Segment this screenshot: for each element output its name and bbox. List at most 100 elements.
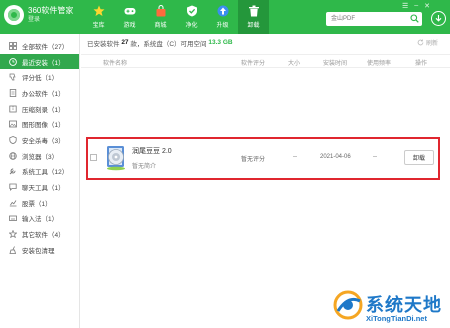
sidebar-item-package-cleanup[interactable]: 安装包清理	[0, 242, 79, 258]
col-header-install-time[interactable]: 安装时间	[323, 58, 347, 67]
nav-label: 商城	[154, 23, 167, 29]
sidebar-item-label: 压缩刻录（1）	[22, 106, 65, 114]
sidebar-item-input-method[interactable]: 输入法（1）	[0, 211, 79, 227]
archive-icon	[8, 104, 17, 113]
app-description: 暂无简介	[132, 164, 157, 170]
grid-icon	[8, 41, 17, 50]
keyboard-icon	[8, 214, 17, 223]
nav-tab-uninstall[interactable]: 卸载	[238, 0, 269, 34]
app-frequency: --	[373, 154, 377, 160]
table-header: 软件名称 软件评分 大小 安装时间 使用频率 操作	[81, 54, 450, 68]
sidebar-item-label: 全部软件（27）	[22, 43, 69, 51]
gamepad-icon	[124, 5, 136, 17]
sidebar-item-chat[interactable]: 聊天工具（1）	[0, 179, 79, 195]
close-icon[interactable]: ✕	[424, 2, 430, 10]
watermark-logo-icon	[333, 290, 363, 320]
image-icon	[8, 120, 17, 129]
table-row[interactable]: 润尾豆豆 2.0 暂无简介 暂无评分 -- 2021-04-06 -- 卸载	[86, 137, 440, 180]
sidebar-item-other[interactable]: 其它软件（4）	[0, 226, 79, 242]
nav-label: 卸载	[247, 23, 260, 29]
summary-middle: 款，系统盘（C）可用空间	[130, 40, 207, 48]
summary-prefix: 已安装软件	[87, 40, 120, 48]
sidebar-item-label: 聊天工具（1）	[22, 185, 65, 193]
sidebar-item-label: 安装包清理	[22, 247, 55, 255]
main-nav: 宝库 游戏 商城 净化 升级 卸载	[83, 0, 269, 34]
globe-icon	[8, 151, 17, 160]
sidebar-item-compression[interactable]: 压缩刻录（1）	[0, 101, 79, 117]
shield-icon	[8, 135, 17, 144]
row-checkbox[interactable]	[90, 154, 97, 161]
main-panel: 已安装软件 27 款，系统盘（C）可用空间 13.3 GB 刷新 软件名称 软件…	[81, 34, 450, 328]
refresh-label: 刷新	[425, 41, 438, 47]
clock-icon	[8, 57, 17, 66]
col-header-size[interactable]: 大小	[288, 58, 300, 67]
sidebar-item-browsers[interactable]: 浏览器（3）	[0, 148, 79, 164]
search-icon[interactable]	[410, 14, 419, 25]
watermark: 系统天地 XiTongTianDi.net	[330, 287, 448, 326]
shopping-bag-icon	[155, 5, 167, 17]
nav-label: 净化	[185, 23, 198, 29]
search-box	[326, 12, 422, 26]
login-link[interactable]: 登录	[28, 16, 73, 25]
sidebar-item-system-tools[interactable]: 系统工具（12）	[0, 164, 79, 180]
shield-icon	[186, 5, 198, 17]
col-header-name[interactable]: 软件名称	[103, 58, 127, 67]
refresh-button[interactable]: 刷新	[417, 38, 438, 47]
sidebar-item-label: 安全杀毒（3）	[22, 137, 65, 145]
free-space-value: 13.3 GB	[208, 39, 233, 46]
uninstall-button[interactable]: 卸载	[404, 150, 434, 165]
sidebar-item-security[interactable]: 安全杀毒（3）	[0, 132, 79, 148]
sidebar-item-graphics[interactable]: 图形图像（1）	[0, 116, 79, 132]
trash-icon	[248, 5, 260, 17]
sidebar-item-label: 评分低（1）	[22, 75, 59, 83]
sidebar-item-office[interactable]: 办公软件（1）	[0, 85, 79, 101]
app-install-date: 2021-04-06	[320, 154, 351, 160]
search-input[interactable]	[326, 12, 406, 26]
document-icon	[8, 88, 17, 97]
sidebar-item-label: 股票（1）	[22, 200, 52, 208]
broom-icon	[8, 245, 17, 254]
nav-tab-purify[interactable]: 净化	[176, 0, 207, 34]
nav-label: 宝库	[92, 23, 105, 29]
wrench-icon	[8, 167, 17, 176]
nav-tab-upgrade[interactable]: 升级	[207, 0, 238, 34]
app-rating: 暂无评分	[241, 157, 266, 163]
download-manager-button[interactable]	[431, 11, 446, 26]
refresh-icon	[417, 39, 424, 46]
app-icon	[104, 145, 128, 173]
minimize-icon[interactable]: –	[414, 2, 418, 10]
sidebar-item-stocks[interactable]: 股票（1）	[0, 195, 79, 211]
nav-label: 升级	[216, 23, 229, 29]
nav-label: 游戏	[123, 23, 136, 29]
sidebar-item-label: 图形图像（1）	[22, 122, 65, 130]
col-header-action: 操作	[415, 61, 428, 67]
download-icon	[435, 15, 442, 22]
installed-count: 27	[121, 39, 129, 46]
top-bar: 360软件管家 登录 宝库 游戏 商城 净化 升级 卸载 ☰ – ✕ 金山PDF	[0, 0, 450, 34]
star-icon	[93, 5, 105, 17]
sidebar-item-label: 办公软件（1）	[22, 90, 65, 98]
col-header-frequency[interactable]: 使用频率	[367, 58, 391, 67]
sidebar-item-label: 其它软件（4）	[22, 232, 65, 240]
app-name: 润尾豆豆 2.0	[132, 148, 172, 155]
logo-icon	[4, 5, 24, 25]
nav-tab-treasury[interactable]: 宝库	[83, 0, 114, 34]
sidebar-item-all[interactable]: 全部软件（27）	[0, 38, 79, 54]
window-controls: ☰ – ✕	[402, 2, 430, 10]
star-icon	[8, 230, 17, 239]
category-sidebar: 全部软件（27） 最近安装（1） 评分低（1） 办公软件（1） 压缩刻录（1） …	[0, 34, 80, 328]
thumbs-down-icon	[8, 73, 17, 82]
chart-icon	[8, 198, 17, 207]
install-summary: 已安装软件 27 款，系统盘（C）可用空间 13.3 GB 刷新	[81, 34, 450, 51]
nav-tab-store[interactable]: 商城	[145, 0, 176, 34]
arrow-up-icon	[217, 5, 229, 17]
col-header-rating[interactable]: 软件评分	[241, 58, 265, 67]
menu-icon[interactable]: ☰	[402, 2, 408, 10]
sidebar-item-low-rating[interactable]: 评分低（1）	[0, 69, 79, 85]
sidebar-item-recent[interactable]: 最近安装（1）	[0, 53, 79, 70]
chat-icon	[8, 183, 17, 192]
sidebar-item-label: 浏览器（3）	[22, 153, 59, 161]
app-size: --	[293, 154, 297, 160]
nav-tab-games[interactable]: 游戏	[114, 0, 145, 34]
sidebar-item-label: 最近安装（1）	[22, 59, 65, 67]
